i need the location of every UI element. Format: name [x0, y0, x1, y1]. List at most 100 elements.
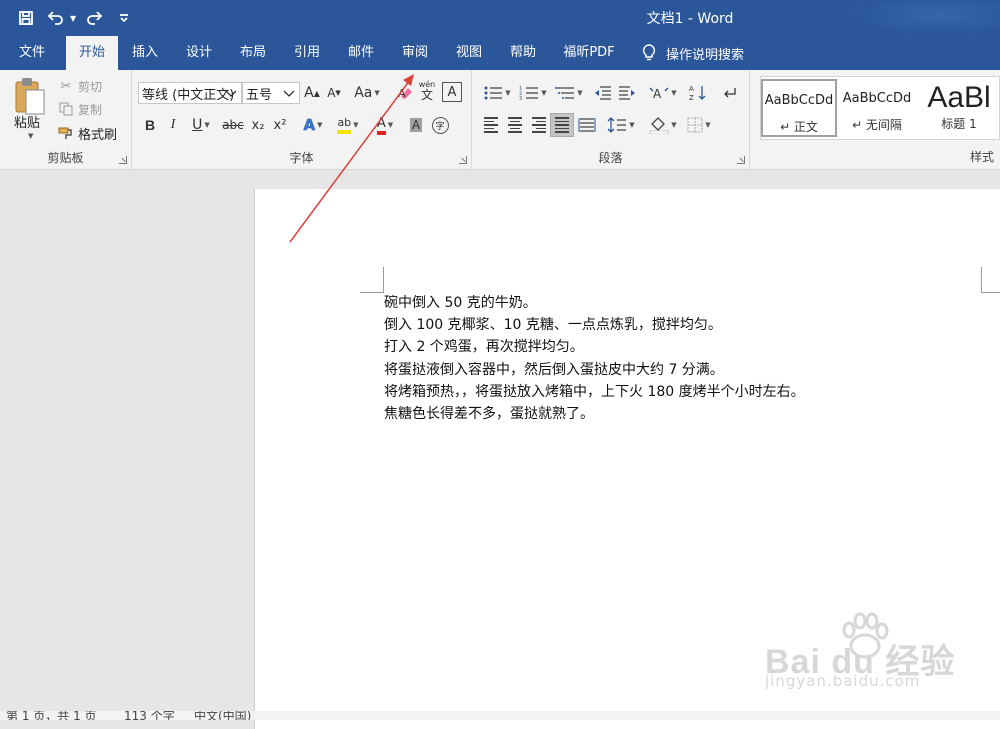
tab-view[interactable]: 视图 [444, 36, 494, 70]
bullets-button[interactable]: ▼ [480, 82, 514, 104]
distributed-icon[interactable] [576, 114, 598, 136]
justify-icon[interactable] [550, 113, 574, 137]
tab-references[interactable]: 引用 [282, 36, 332, 70]
numbering-icon: 123 [519, 86, 539, 101]
underline-button[interactable]: U ▼ [186, 114, 216, 136]
tell-me-search[interactable]: 操作说明搜索 [642, 36, 744, 70]
character-shading-icon: A [409, 118, 423, 132]
font-color-button[interactable]: A ▼ [370, 114, 400, 136]
show-marks-icon[interactable] [718, 82, 740, 104]
paragraph[interactable]: 焦糖色长得差不多，蛋挞就熟了。 [384, 403, 944, 425]
tab-file[interactable]: 文件 [6, 36, 58, 70]
font-size-value: 五号 [246, 87, 273, 103]
text-effects-button[interactable]: A ▼ [298, 114, 328, 136]
format-painter-label: 格式刷 [78, 127, 118, 143]
style-heading-1[interactable]: AaBl 标题 1 [917, 79, 1000, 137]
line-spacing-button[interactable]: ▼ [604, 114, 638, 136]
font-launcher-icon[interactable] [459, 156, 467, 164]
page-count[interactable]: 第 1 页，共 1 页 [6, 711, 97, 720]
chinese-layout-button[interactable]: A ▼ [646, 82, 680, 104]
tab-design[interactable]: 设计 [174, 36, 224, 70]
phonetic-guide-icon[interactable]: wén 文 [418, 80, 436, 102]
align-center-icon[interactable] [504, 114, 526, 136]
paragraph[interactable]: 将烤箱预热，，将蛋挞放入烤箱中，上下火 180 度烤半个小时左右。 [384, 381, 944, 403]
paragraph[interactable]: 倒入 100 克椰浆、10 克糖、一点点炼乳，搅拌均匀。 [384, 314, 944, 336]
paragraph-group-label: 段落 [598, 151, 623, 165]
svg-text:3: 3 [519, 96, 522, 101]
tab-insert[interactable]: 插入 [120, 36, 170, 70]
tab-home[interactable]: 开始 [66, 36, 118, 70]
highlight-color-button[interactable]: ab ▼ [332, 114, 364, 136]
paste-button[interactable]: 粘贴 [14, 112, 40, 131]
document-body[interactable]: 碗中倒入 50 克的牛奶。 倒入 100 克椰浆、10 克糖、一点点炼乳，搅拌均… [384, 292, 944, 425]
change-case-label: Aa [354, 85, 373, 101]
chevron-down-icon [283, 90, 295, 97]
multilevel-list-button[interactable]: ▼ [552, 82, 586, 104]
tab-mailings[interactable]: 邮件 [336, 36, 386, 70]
align-right-icon[interactable] [528, 114, 550, 136]
italic-button[interactable]: I [164, 114, 182, 136]
styles-gallery: AaBbCcDd ↵ 正文 AaBbCcDd ↵ 无间隔 AaBl 标题 1 [760, 76, 1000, 140]
style-preview: AaBbCcDd [842, 91, 912, 106]
format-painter-button[interactable]: 格式刷 [56, 123, 117, 143]
strikethrough-button[interactable]: abc [220, 114, 246, 136]
style-no-spacing[interactable]: AaBbCcDd ↵ 无间隔 [839, 79, 915, 137]
align-left-icon[interactable] [480, 114, 502, 136]
subscript-button[interactable]: x₂ [248, 114, 268, 136]
margin-marker-top-left [360, 292, 384, 293]
increase-indent-icon[interactable] [616, 82, 638, 104]
style-name: ↵ 正文 [780, 120, 818, 134]
cut-label: 剪切 [78, 79, 103, 94]
svg-text:A: A [398, 87, 406, 100]
tab-review[interactable]: 审阅 [390, 36, 440, 70]
borders-button[interactable]: ▼ [682, 114, 716, 136]
superscript-button[interactable]: x² [270, 114, 290, 136]
style-normal[interactable]: AaBbCcDd ↵ 正文 [761, 79, 837, 137]
copy-button[interactable]: 复制 [56, 99, 102, 119]
font-name-value: 等线 (中文正文) [142, 87, 235, 103]
font-group-label: 字体 [289, 151, 314, 165]
grow-font-icon[interactable]: A ▲ [302, 82, 322, 104]
tab-layout[interactable]: 布局 [228, 36, 278, 70]
tab-help[interactable]: 帮助 [498, 36, 548, 70]
phonetic-char: 文 [420, 88, 433, 102]
ribbon-home: 粘贴 ▼ ✂ 剪切 复制 格式刷 剪贴板 等线 (中文正文) 五号 A ▲ A … [0, 70, 1000, 170]
numbering-button[interactable]: 1 2 3 ▼ [516, 82, 550, 104]
paragraph[interactable]: 打入 2 个鸡蛋，再次搅拌均匀。 [384, 336, 944, 358]
bold-button[interactable]: B [140, 114, 160, 136]
paste-dropdown-icon[interactable]: ▼ [28, 132, 33, 140]
clear-formatting-icon[interactable]: A [396, 82, 416, 104]
margin-marker-top-right [981, 292, 1000, 293]
underline-label: U [192, 117, 203, 133]
language-indicator[interactable]: 中文(中国) [194, 711, 251, 720]
paragraph[interactable]: 碗中倒入 50 克的牛奶。 [384, 292, 944, 314]
cut-button[interactable]: ✂ 剪切 [56, 76, 102, 96]
font-size-combo[interactable]: 五号 [242, 82, 300, 104]
title-background-art [850, 0, 1000, 36]
decrease-indent-icon[interactable] [592, 82, 614, 104]
chevron-down-icon [225, 90, 237, 97]
character-border-icon[interactable]: A [442, 82, 462, 102]
status-bar: 第 1 页，共 1 页 113 个字 中文(中国) [0, 711, 1000, 720]
enclose-characters-icon: 字 [431, 116, 449, 134]
clipboard-launcher-icon[interactable] [119, 156, 127, 164]
copy-label: 复制 [78, 102, 103, 117]
character-shading-button[interactable]: A [406, 114, 426, 136]
style-preview: AaBbCcDd [764, 93, 834, 108]
change-case-button[interactable]: Aa ▼ [352, 82, 382, 104]
watermark-url: jingyan.baidu.com [765, 672, 921, 690]
enclose-characters-button[interactable]: 字 [430, 114, 450, 136]
scissors-icon: ✂ [60, 78, 72, 94]
baidu-watermark: Bai du 经验 jingyan.baidu.com [765, 612, 1000, 702]
font-name-combo[interactable]: 等线 (中文正文) [138, 82, 242, 104]
line-spacing-icon [607, 117, 627, 133]
tab-foxit-pdf[interactable]: 福昕PDF [556, 36, 622, 70]
paragraph[interactable]: 将蛋挞液倒入容器中，然后倒入蛋挞皮中大约 7 分满。 [384, 359, 944, 381]
paragraph-launcher-icon[interactable] [737, 156, 745, 164]
svg-text:Z: Z [689, 94, 694, 102]
shrink-font-icon[interactable]: A ▼ [324, 82, 344, 104]
paragraph-group: ▼ 1 2 3 ▼ ▼ A ▼ AZ ▼ ▼ ▼ 段落 [472, 70, 750, 170]
shading-button[interactable]: ▼ [646, 114, 680, 136]
word-count[interactable]: 113 个字 [124, 711, 175, 720]
sort-icon[interactable]: AZ [686, 82, 710, 104]
